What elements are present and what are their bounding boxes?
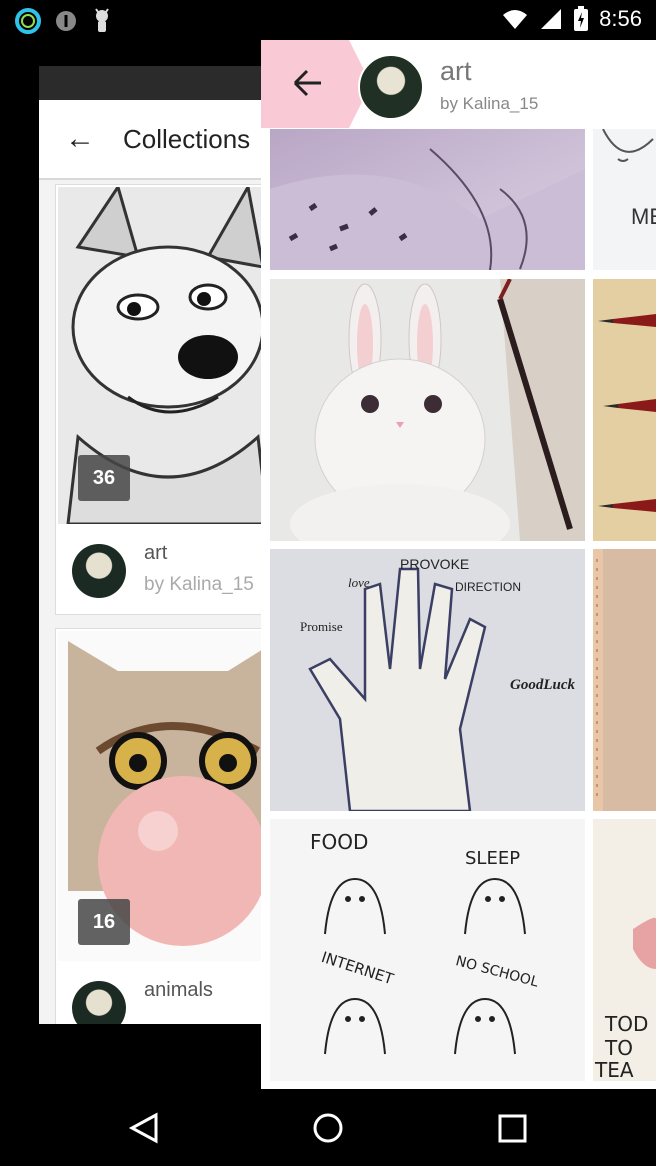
collection-name: animals — [144, 979, 213, 1001]
tile-text-love: love — [348, 575, 370, 590]
item-count-badge: 16 — [78, 899, 130, 945]
collection-name: art — [144, 542, 168, 564]
collection-owner: by Kalina_15 — [144, 574, 254, 595]
avatar[interactable] — [358, 54, 424, 120]
battery-icon — [574, 6, 589, 31]
info-icon — [56, 11, 76, 31]
collections-back-icon[interactable]: ← — [65, 122, 95, 156]
android-debug-icon — [95, 8, 109, 32]
image-tile-pencils-photo[interactable] — [593, 279, 656, 541]
nav-home-icon[interactable] — [312, 1111, 344, 1145]
tile-text-promise: Promise — [300, 619, 343, 634]
image-tile-face-sketch[interactable]: ME — [593, 129, 656, 270]
tile-text-goodluck: GoodLuck — [510, 677, 575, 693]
circle-app-icon — [15, 8, 41, 34]
collection-card-art[interactable]: 36 art by Kalina_15 — [55, 184, 261, 615]
item-count-badge: 36 — [78, 455, 130, 501]
navigation-bar — [0, 1089, 656, 1166]
tile-text-sleep: SLEEP — [465, 848, 520, 869]
panel-header: art by Kalina_15 — [261, 40, 656, 128]
back-button[interactable] — [261, 40, 371, 128]
collections-top-strip — [39, 66, 261, 100]
wifi-icon — [503, 10, 528, 29]
image-tile-beige-drawing[interactable] — [593, 549, 656, 811]
status-bar: 8:56 — [0, 0, 656, 40]
collection-detail-panel: ME — [261, 40, 656, 1089]
image-tile-ghost-doodles[interactable]: FOOD SLEEP INTERNET NO SCHOOL — [270, 819, 585, 1081]
image-tile-lips-drawing[interactable]: TOD TO TEA — [593, 819, 656, 1081]
nav-back-icon[interactable] — [128, 1111, 160, 1145]
collections-screen: ← Collections 36 art by Kalina_15 16 ani… — [39, 66, 261, 1024]
collections-title: Collections — [123, 124, 251, 154]
back-arrow-icon — [293, 69, 321, 97]
tile-text-to: TO — [604, 1036, 633, 1060]
avatar — [72, 544, 126, 598]
collection-meta: art by Kalina_15 — [56, 522, 261, 614]
tile-handwriting: ME — [631, 204, 656, 229]
tile-text-direction: DIRECTION — [455, 580, 521, 594]
clock-time: 8:56 — [599, 6, 642, 31]
collection-owner[interactable]: by Kalina_15 — [440, 94, 538, 114]
collection-card-animals[interactable]: 16 animals — [55, 628, 261, 1024]
avatar — [72, 981, 126, 1024]
image-tile-wing-sketch[interactable] — [270, 129, 585, 270]
tile-text-tod: TOD — [604, 1012, 648, 1036]
signal-icon — [541, 9, 562, 29]
tile-text-provoke: PROVOKE — [400, 556, 469, 572]
tile-text-food: FOOD — [310, 830, 368, 854]
collection-meta: animals — [56, 959, 261, 1024]
tile-text-tea: TEA — [594, 1058, 634, 1081]
image-tile-bunny-drawing[interactable] — [270, 279, 585, 541]
nav-recents-icon[interactable] — [497, 1111, 529, 1145]
collections-toolbar: ← Collections — [39, 100, 261, 180]
image-tile-hand-drawing[interactable]: PROVOKE love DIRECTION Promise GoodLuck — [270, 549, 585, 811]
collection-title: art — [440, 56, 472, 86]
